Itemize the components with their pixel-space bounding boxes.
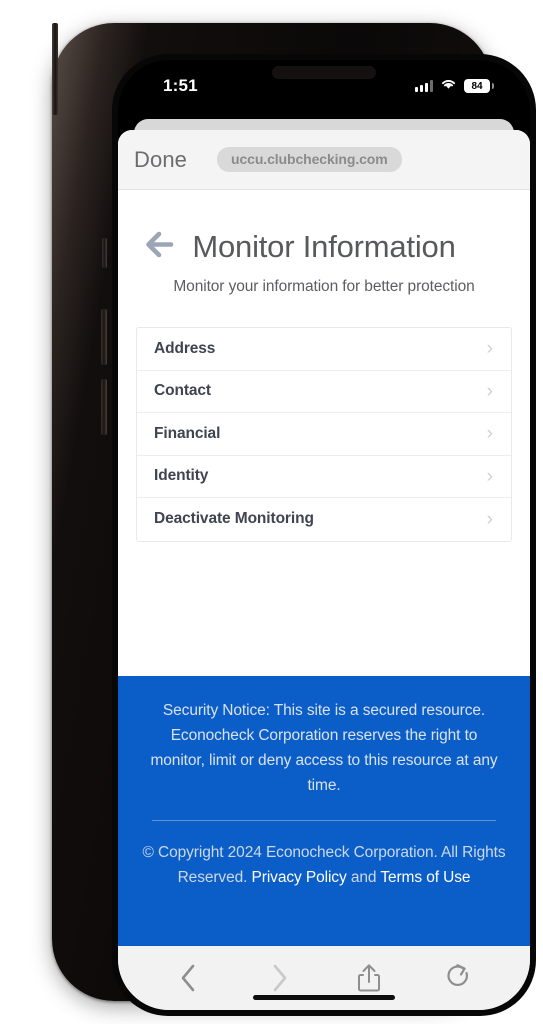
power-button[interactable] [52, 23, 58, 115]
monitor-menu-list: Address › Contact › Financial › Identity… [136, 327, 512, 542]
site-footer: Security Notice: This site is a secured … [118, 676, 530, 946]
status-bar-time: 1:51 [163, 76, 198, 95]
reload-icon [447, 964, 469, 987]
chevron-right-icon: › [486, 423, 493, 445]
security-notice-text: Security Notice: This site is a secured … [150, 702, 498, 795]
list-item[interactable]: Identity › [137, 456, 511, 499]
list-item[interactable]: Deactivate Monitoring › [137, 498, 511, 541]
page-subtitle: Monitor your information for better prot… [173, 278, 475, 296]
back-icon [181, 964, 195, 992]
web-page-content: Monitor Information Monitor your informa… [118, 190, 530, 946]
battery-icon: 84 [464, 79, 494, 93]
chevron-right-icon: › [486, 508, 493, 530]
chevron-right-icon: › [486, 465, 493, 487]
share-icon [358, 964, 380, 992]
browser-bottom-toolbar [118, 946, 530, 1010]
back-button[interactable] [167, 958, 211, 998]
list-item[interactable]: Contact › [137, 371, 511, 414]
wifi-icon [440, 77, 457, 95]
page-header: Monitor Information Monitor your informa… [118, 190, 530, 296]
forward-icon [273, 964, 287, 992]
home-indicator [253, 995, 395, 1000]
done-button[interactable]: Done [134, 147, 187, 173]
phone-frame: 1:51 84 Done uccu.clubchecking.com Monit… [52, 23, 536, 1016]
volume-up-button[interactable] [101, 309, 107, 365]
footer-divider [152, 820, 496, 822]
list-item-label: Identity [154, 467, 209, 485]
list-item[interactable]: Financial › [137, 413, 511, 456]
forward-button[interactable] [257, 958, 301, 998]
safari-sheet: Done uccu.clubchecking.com Monitor Infor… [118, 130, 530, 1010]
list-item-label: Address [154, 339, 216, 357]
chevron-right-icon: › [486, 338, 493, 360]
reload-button[interactable] [437, 958, 481, 998]
chevron-right-icon: › [486, 380, 493, 402]
phone-screen: 1:51 84 Done uccu.clubchecking.com Monit… [118, 60, 530, 1010]
list-item[interactable]: Address › [137, 328, 511, 371]
status-bar-icons: 84 [415, 77, 494, 95]
list-item-label: Contact [154, 382, 211, 400]
copyright-conjunction: and [346, 868, 381, 886]
battery-level-label: 84 [471, 80, 483, 92]
volume-down-button[interactable] [101, 379, 107, 435]
copyright-text: © Copyright 2024 Econocheck Corporation.… [142, 841, 506, 890]
silent-switch-button[interactable] [102, 238, 107, 268]
terms-of-use-link[interactable]: Terms of Use [380, 869, 470, 886]
list-item-label: Financial [154, 424, 221, 442]
dynamic-island [272, 66, 376, 79]
privacy-policy-link[interactable]: Privacy Policy [252, 869, 347, 886]
browser-top-bar: Done uccu.clubchecking.com [118, 130, 530, 190]
back-arrow-button[interactable] [140, 228, 180, 262]
status-bar: 1:51 84 [118, 60, 530, 116]
arrow-left-icon [146, 231, 174, 258]
list-item-label: Deactivate Monitoring [154, 510, 314, 528]
share-button[interactable] [347, 958, 391, 998]
url-display[interactable]: uccu.clubchecking.com [217, 147, 402, 172]
cellular-signal-icon [415, 80, 433, 92]
